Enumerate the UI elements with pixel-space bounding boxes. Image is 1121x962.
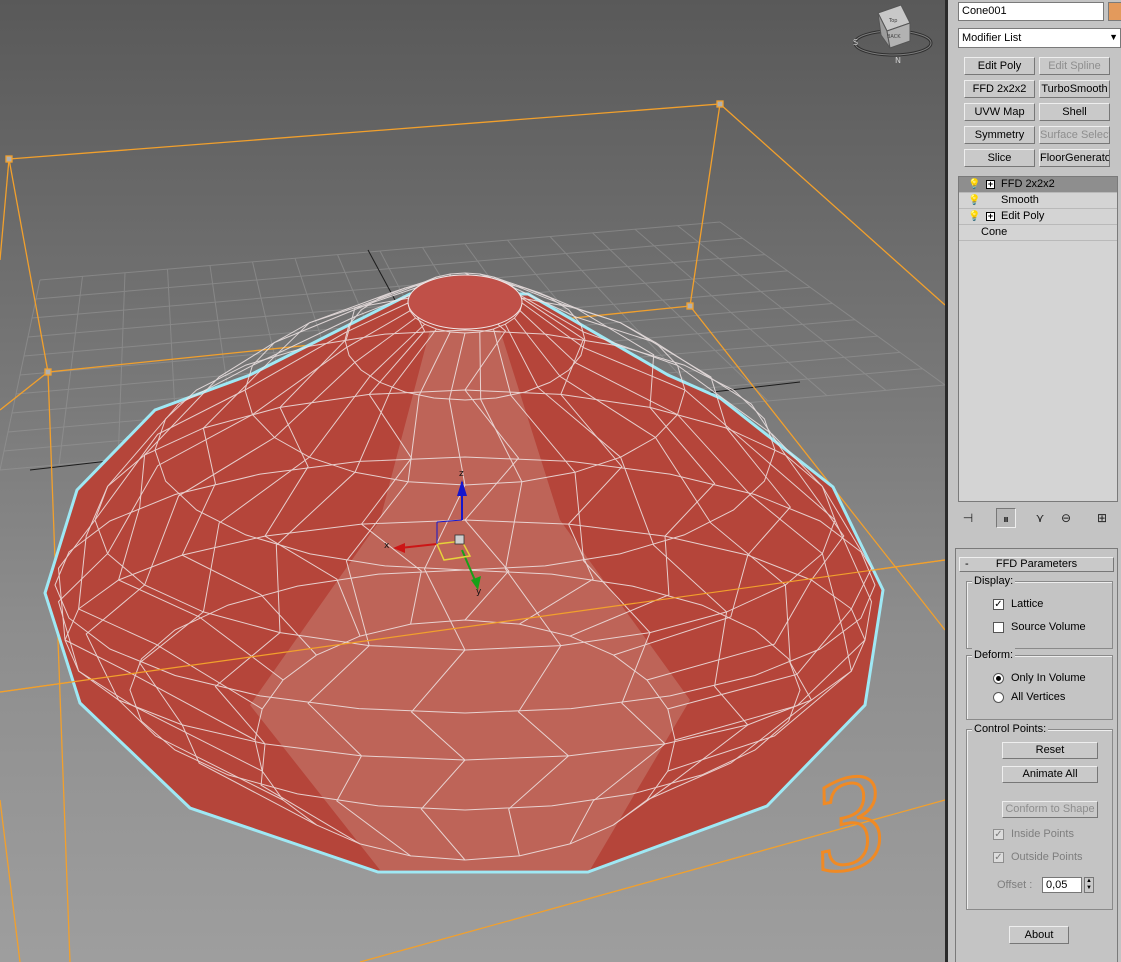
stack-item-label: Cone	[981, 226, 1008, 238]
modifier-stack: 💡 + FFD 2x2x2 💡 Smooth 💡 + Edit Poly Con…	[958, 176, 1118, 502]
modifier-button-uvw-map[interactable]: UVW Map	[964, 103, 1035, 121]
perspective-viewport[interactable]: z x y 3 Top BACK S N	[0, 0, 945, 962]
source-volume-checkbox[interactable]	[993, 622, 1004, 633]
lattice-label: Lattice	[1011, 598, 1044, 610]
viewcube[interactable]: Top BACK S N	[853, 4, 933, 65]
modifier-button-edit-spline[interactable]: Edit Spline	[1039, 57, 1110, 75]
modifier-list-label: Modifier List	[962, 32, 1022, 44]
modifier-button-shell[interactable]: Shell	[1039, 103, 1110, 121]
make-unique-icon[interactable]: ⋎	[1030, 508, 1050, 528]
rollout-title: FFD Parameters	[995, 558, 1078, 570]
stack-item-label: FFD 2x2x2	[1001, 178, 1055, 190]
control-points-group-title: Control Points:	[972, 722, 1049, 736]
modifier-button-turbosmooth[interactable]: TurboSmooth	[1039, 80, 1110, 98]
expand-plus-icon[interactable]: +	[986, 212, 995, 221]
inside-points-checkbox[interactable]: ✓	[993, 829, 1004, 840]
pin-stack-icon[interactable]: ⊣	[958, 508, 978, 528]
source-volume-label: Source Volume	[1011, 621, 1086, 633]
stack-item-smooth[interactable]: 💡 Smooth	[959, 193, 1117, 209]
only-in-volume-label: Only In Volume	[1011, 672, 1086, 684]
modifier-button-floorgenerator[interactable]: FloorGenerator	[1039, 149, 1110, 167]
remove-modifier-icon[interactable]: ⊖	[1056, 508, 1076, 528]
deform-group-title: Deform:	[972, 648, 1016, 662]
command-panel: Cone001 Modifier List ▼ Edit Poly Edit S…	[948, 0, 1121, 962]
all-vertices-radio[interactable]	[993, 692, 1004, 703]
configure-sets-icon[interactable]: ⊞	[1092, 508, 1112, 528]
offset-label: Offset :	[997, 879, 1033, 891]
modifier-button-slice[interactable]: Slice	[964, 149, 1035, 167]
offset-spinner[interactable]: ▲ ▼	[1084, 877, 1094, 893]
about-button[interactable]: About	[1009, 926, 1069, 944]
outside-points-checkbox[interactable]: ✓	[993, 852, 1004, 863]
control-points-group: Control Points: Reset Animate All Confor…	[966, 722, 1113, 910]
expand-plus-icon[interactable]: +	[986, 180, 995, 189]
gizmo-y-label: y	[476, 587, 482, 597]
stack-item-cone[interactable]: Cone	[959, 225, 1117, 241]
modifier-button-symmetry[interactable]: Symmetry	[964, 126, 1035, 144]
show-end-result-icon[interactable]: ⏸	[996, 508, 1016, 528]
viewcube-top-label: Top	[888, 18, 897, 24]
offset-field[interactable]: 0,05	[1042, 877, 1082, 893]
modifier-button-surface-select[interactable]: Surface Select	[1039, 126, 1110, 144]
reset-button[interactable]: Reset	[1002, 742, 1098, 759]
animate-all-button[interactable]: Animate All	[1002, 766, 1098, 783]
cone-top-cap[interactable]	[407, 274, 523, 330]
lightbulb-icon[interactable]: 💡	[968, 210, 980, 223]
outside-points-label: Outside Points	[1011, 851, 1083, 863]
deform-group: Deform: Only In Volume All Vertices	[966, 648, 1113, 720]
lightbulb-icon[interactable]: 💡	[968, 194, 980, 207]
viewcube-face-label: BACK	[887, 34, 901, 40]
all-vertices-label: All Vertices	[1011, 691, 1066, 703]
object-color-swatch[interactable]	[1108, 2, 1121, 21]
display-group: Display: ✓ Lattice Source Volume	[966, 574, 1113, 649]
modifier-button-ffd[interactable]: FFD 2x2x2	[964, 80, 1035, 98]
stack-item-label: Edit Poly	[1001, 210, 1045, 222]
cone-mesh	[43, 272, 885, 874]
stack-toolbar: ⊣ ⏸ ⋎ ⊖ ⊞	[958, 508, 1118, 528]
collapse-minus-icon[interactable]: -	[965, 558, 969, 571]
object-name-field[interactable]: Cone001	[958, 2, 1104, 21]
conform-to-shape-button[interactable]: Conform to Shape	[1002, 801, 1098, 818]
gizmo-x-label: x	[384, 541, 390, 551]
inside-points-label: Inside Points	[1011, 828, 1074, 840]
only-in-volume-radio[interactable]	[993, 673, 1004, 684]
stack-item-edit-poly[interactable]: 💡 + Edit Poly	[959, 209, 1117, 225]
compass-south: S	[853, 38, 858, 47]
scene-canvas[interactable]: z x y 3 Top BACK S N	[0, 0, 945, 962]
gizmo-z-label: z	[459, 469, 464, 479]
annotation-number: 3	[800, 751, 904, 903]
compass-north: N	[895, 56, 901, 65]
lattice-checkbox[interactable]: ✓	[993, 599, 1004, 610]
lightbulb-icon[interactable]: 💡	[968, 178, 980, 191]
stack-item-label: Smooth	[1001, 194, 1039, 206]
dropdown-arrow-icon: ▼	[1109, 32, 1118, 42]
stack-item-ffd[interactable]: 💡 + FFD 2x2x2	[959, 177, 1117, 193]
ffd-parameters-rollout: - FFD Parameters Display: ✓ Lattice Sour…	[955, 548, 1118, 962]
rollout-header[interactable]: - FFD Parameters	[959, 557, 1114, 572]
modifier-list-dropdown[interactable]: Modifier List ▼	[958, 28, 1121, 48]
display-group-title: Display:	[972, 574, 1016, 588]
modifier-button-edit-poly[interactable]: Edit Poly	[964, 57, 1035, 75]
